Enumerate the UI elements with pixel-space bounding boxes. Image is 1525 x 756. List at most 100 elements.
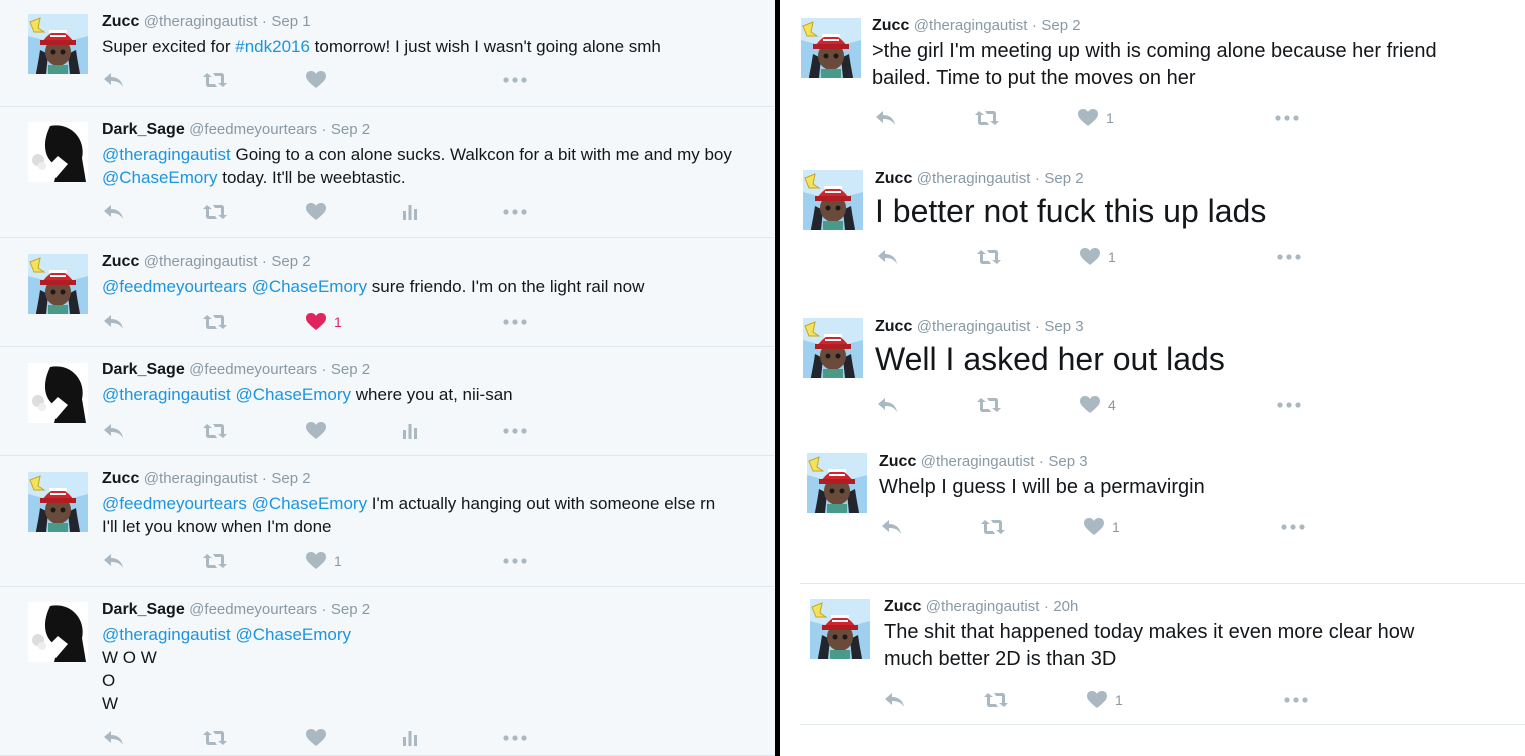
display-name[interactable]: Zucc xyxy=(875,318,912,335)
retweet-button[interactable] xyxy=(984,690,1008,710)
display-name[interactable]: Dark_Sage xyxy=(102,361,185,378)
avatar[interactable] xyxy=(28,602,88,662)
tweet-timestamp[interactable]: Sep 3 xyxy=(1044,318,1083,335)
display-name[interactable]: Zucc xyxy=(102,470,139,487)
retweet-button[interactable] xyxy=(203,551,227,571)
more-button[interactable] xyxy=(1275,108,1299,128)
retweet-button[interactable] xyxy=(975,108,999,128)
retweet-button[interactable] xyxy=(981,517,1005,537)
mention-link[interactable]: @theragingautist xyxy=(102,385,231,404)
reply-button[interactable] xyxy=(103,312,124,332)
user-handle[interactable]: @theragingautist xyxy=(914,17,1028,34)
display-name[interactable]: Zucc xyxy=(872,17,909,34)
reply-button[interactable] xyxy=(877,247,898,267)
reply-button[interactable] xyxy=(103,202,124,222)
more-button[interactable] xyxy=(1281,517,1305,537)
tweet-timestamp[interactable]: Sep 3 xyxy=(1048,453,1087,470)
more-button[interactable] xyxy=(503,421,527,441)
like-button[interactable]: 1 xyxy=(306,551,342,571)
tweet-timestamp[interactable]: Sep 2 xyxy=(1041,17,1080,34)
more-button[interactable] xyxy=(1277,395,1301,415)
tweet-timestamp[interactable]: Sep 2 xyxy=(271,253,310,270)
tweet-timestamp[interactable]: Sep 2 xyxy=(271,470,310,487)
like-button[interactable]: 4 xyxy=(1080,395,1116,415)
retweet-button[interactable] xyxy=(203,728,227,748)
more-button[interactable] xyxy=(503,312,527,332)
tweet-timestamp[interactable]: Sep 2 xyxy=(331,361,370,378)
user-handle[interactable]: @theragingautist xyxy=(144,13,258,30)
user-handle[interactable]: @theragingautist xyxy=(921,453,1035,470)
retweet-button[interactable] xyxy=(977,247,1001,267)
mention-link[interactable]: @ChaseEmory xyxy=(252,277,368,296)
display-name[interactable]: Zucc xyxy=(875,170,912,187)
user-handle[interactable]: @feedmeyourtears xyxy=(189,601,317,618)
avatar[interactable] xyxy=(801,18,861,78)
user-handle[interactable]: @feedmeyourtears xyxy=(189,361,317,378)
avatar[interactable] xyxy=(28,363,88,423)
user-handle[interactable]: @theragingautist xyxy=(144,253,258,270)
user-handle[interactable]: @theragingautist xyxy=(144,470,258,487)
reply-button[interactable] xyxy=(884,690,905,710)
user-handle[interactable]: @theragingautist xyxy=(917,170,1031,187)
display-name[interactable]: Dark_Sage xyxy=(102,601,185,618)
user-handle[interactable]: @theragingautist xyxy=(926,598,1040,615)
more-button[interactable] xyxy=(503,728,527,748)
display-name[interactable]: Zucc xyxy=(884,598,921,615)
like-button[interactable]: 1 xyxy=(1080,247,1116,267)
reply-button[interactable] xyxy=(103,551,124,571)
like-button[interactable]: 1 xyxy=(1084,517,1120,537)
retweet-button[interactable] xyxy=(203,421,227,441)
mention-link[interactable]: @ChaseEmory xyxy=(102,168,218,187)
avatar[interactable] xyxy=(28,254,88,314)
tweet-timestamp[interactable]: 20h xyxy=(1053,598,1078,615)
more-button[interactable] xyxy=(1277,247,1301,267)
display-name[interactable]: Zucc xyxy=(102,13,139,30)
analytics-button[interactable] xyxy=(403,202,417,222)
reply-button[interactable] xyxy=(103,421,124,441)
avatar[interactable] xyxy=(807,453,867,513)
like-button[interactable] xyxy=(306,728,326,748)
like-button[interactable]: 1 xyxy=(1087,690,1123,710)
mention-link[interactable]: @theragingautist xyxy=(102,145,231,164)
like-button[interactable]: 1 xyxy=(1078,108,1114,128)
reply-button[interactable] xyxy=(103,728,124,748)
analytics-button[interactable] xyxy=(403,421,417,441)
more-button[interactable] xyxy=(1284,690,1308,710)
like-button[interactable]: 1 xyxy=(306,312,342,332)
retweet-button[interactable] xyxy=(203,312,227,332)
retweet-button[interactable] xyxy=(977,395,1001,415)
mention-link[interactable]: @theragingautist xyxy=(102,625,231,644)
more-button[interactable] xyxy=(503,551,527,571)
like-button[interactable] xyxy=(306,202,326,222)
reply-button[interactable] xyxy=(103,70,124,90)
avatar[interactable] xyxy=(28,472,88,532)
display-name[interactable]: Zucc xyxy=(102,253,139,270)
mention-link[interactable]: @feedmeyourtears xyxy=(102,494,247,513)
more-button[interactable] xyxy=(503,202,527,222)
mention-link[interactable]: @feedmeyourtears xyxy=(102,277,247,296)
mention-link[interactable]: @ChaseEmory xyxy=(236,625,352,644)
tweet-timestamp[interactable]: Sep 1 xyxy=(271,13,310,30)
reply-button[interactable] xyxy=(875,108,896,128)
hashtag-link[interactable]: #ndk2016 xyxy=(235,37,310,56)
user-handle[interactable]: @feedmeyourtears xyxy=(189,121,317,138)
retweet-button[interactable] xyxy=(203,202,227,222)
tweet-timestamp[interactable]: Sep 2 xyxy=(331,121,370,138)
like-button[interactable] xyxy=(306,70,326,90)
mention-link[interactable]: @ChaseEmory xyxy=(236,385,352,404)
reply-button[interactable] xyxy=(881,517,902,537)
tweet-timestamp[interactable]: Sep 2 xyxy=(1044,170,1083,187)
retweet-button[interactable] xyxy=(203,70,227,90)
avatar[interactable] xyxy=(810,599,870,659)
display-name[interactable]: Dark_Sage xyxy=(102,121,185,138)
avatar[interactable] xyxy=(803,318,863,378)
avatar[interactable] xyxy=(28,14,88,74)
like-button[interactable] xyxy=(306,421,326,441)
more-button[interactable] xyxy=(503,70,527,90)
reply-button[interactable] xyxy=(877,395,898,415)
tweet-timestamp[interactable]: Sep 2 xyxy=(331,601,370,618)
avatar[interactable] xyxy=(803,170,863,230)
avatar[interactable] xyxy=(28,122,88,182)
analytics-button[interactable] xyxy=(403,728,417,748)
display-name[interactable]: Zucc xyxy=(879,453,916,470)
